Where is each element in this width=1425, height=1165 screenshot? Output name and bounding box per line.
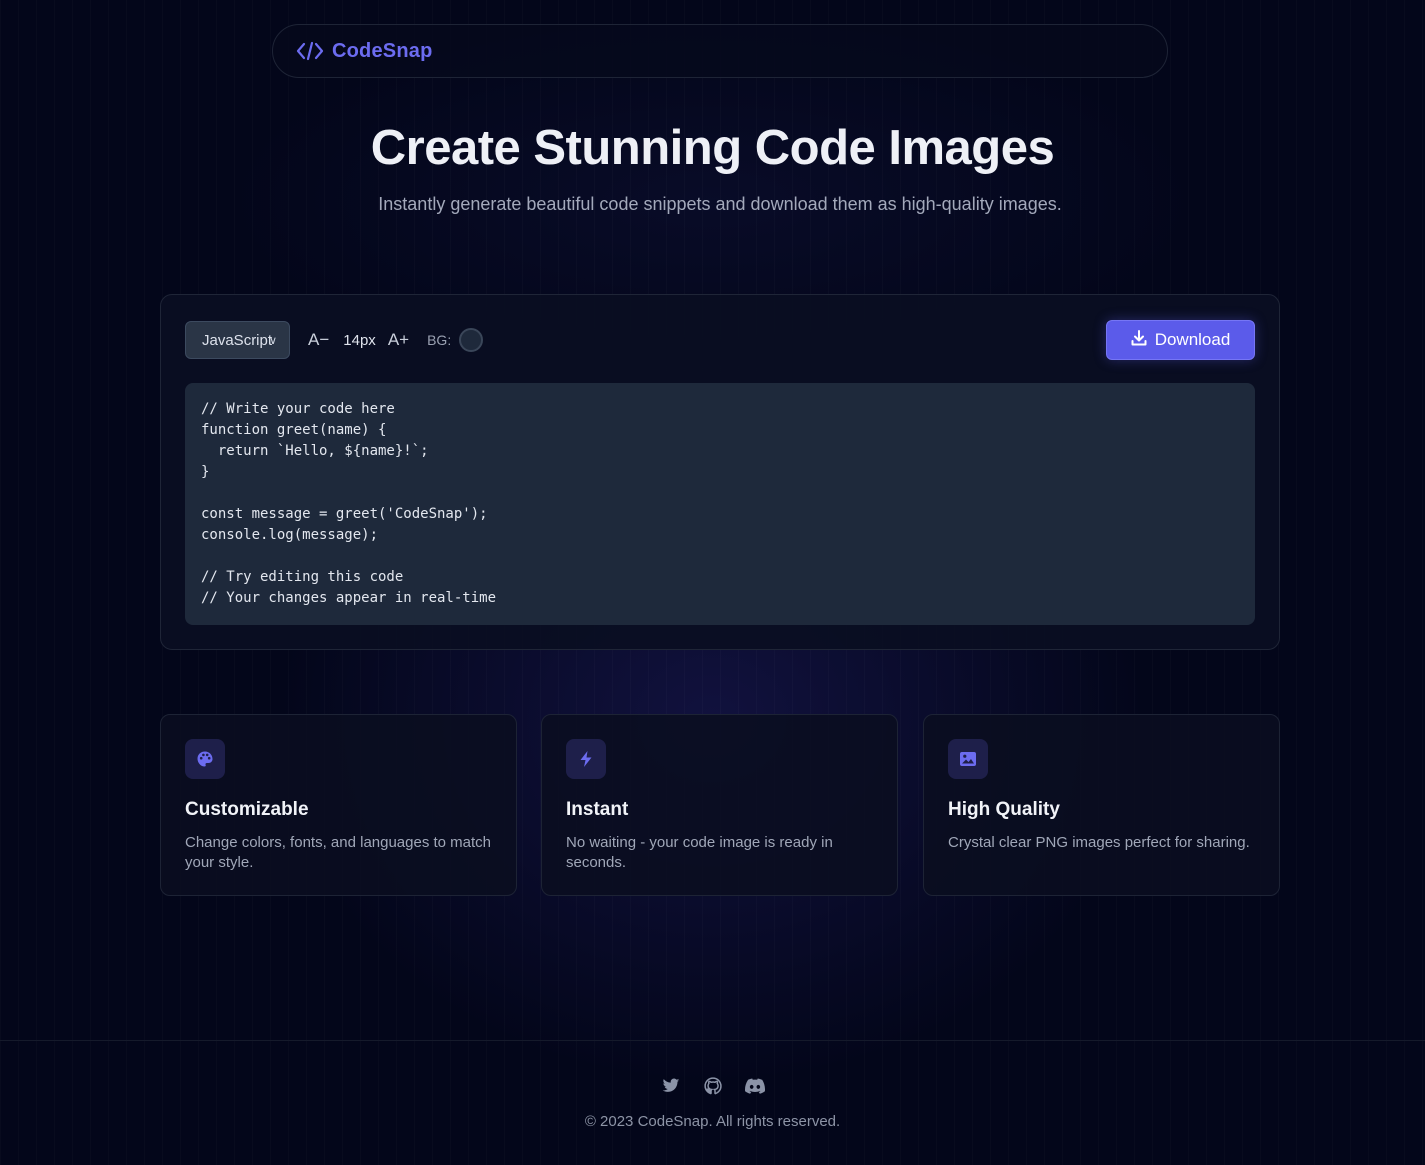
chevron-down-icon: ∨ <box>268 335 277 347</box>
hero-title: Create Stunning Code Images <box>370 121 1055 175</box>
font-size-control: A− 14px A+ <box>308 330 409 350</box>
feature-description: Crystal clear PNG images perfect for sha… <box>948 834 1250 851</box>
editor-toolbar: JavaScript ∨ A− 14px A+ BG: Download <box>185 320 1255 360</box>
editor-card: JavaScript ∨ A− 14px A+ BG: Download // … <box>160 294 1280 650</box>
social-links <box>0 1075 1425 1097</box>
brand-name[interactable]: CodeSnap <box>332 40 433 63</box>
top-nav: CodeSnap <box>272 24 1168 78</box>
font-decrease-button[interactable]: A− <box>308 330 329 350</box>
bg-color-picker[interactable] <box>459 328 484 352</box>
font-increase-button[interactable]: A+ <box>388 330 409 350</box>
palette-icon <box>185 739 225 779</box>
language-select-value: JavaScript <box>202 331 273 349</box>
download-label: Download <box>1154 330 1231 349</box>
discord-icon[interactable] <box>744 1075 766 1097</box>
footer-divider <box>0 1040 1425 1041</box>
feature-description: No waiting - your code image is ready in… <box>566 834 833 871</box>
download-button[interactable]: Download <box>1106 320 1255 360</box>
download-icon <box>1131 329 1147 351</box>
code-editor[interactable]: // Write your code here function greet(n… <box>185 383 1255 625</box>
feature-title: High Quality <box>948 799 1060 820</box>
feature-card-customizable: Customizable Change colors, fonts, and l… <box>160 714 517 896</box>
github-icon[interactable] <box>702 1075 724 1097</box>
image-icon <box>948 739 988 779</box>
feature-title: Customizable <box>185 799 309 820</box>
copyright-text: © 2023 CodeSnap. All rights reserved. <box>584 1113 841 1130</box>
feature-card-instant: Instant No waiting - your code image is … <box>541 714 898 896</box>
code-brackets-icon <box>296 40 324 62</box>
hero-subtitle: Instantly generate beautiful code snippe… <box>378 194 1062 214</box>
feature-description: Change colors, fonts, and languages to m… <box>185 834 492 871</box>
feature-title: Instant <box>566 799 629 820</box>
bg-label: BG: <box>427 332 452 348</box>
feature-card-high-quality: High Quality Crystal clear PNG images pe… <box>923 714 1280 896</box>
font-size-value: 14px <box>343 331 376 349</box>
twitter-icon[interactable] <box>660 1075 682 1097</box>
language-select[interactable]: JavaScript ∨ <box>185 321 290 359</box>
lightning-icon <box>566 739 606 779</box>
